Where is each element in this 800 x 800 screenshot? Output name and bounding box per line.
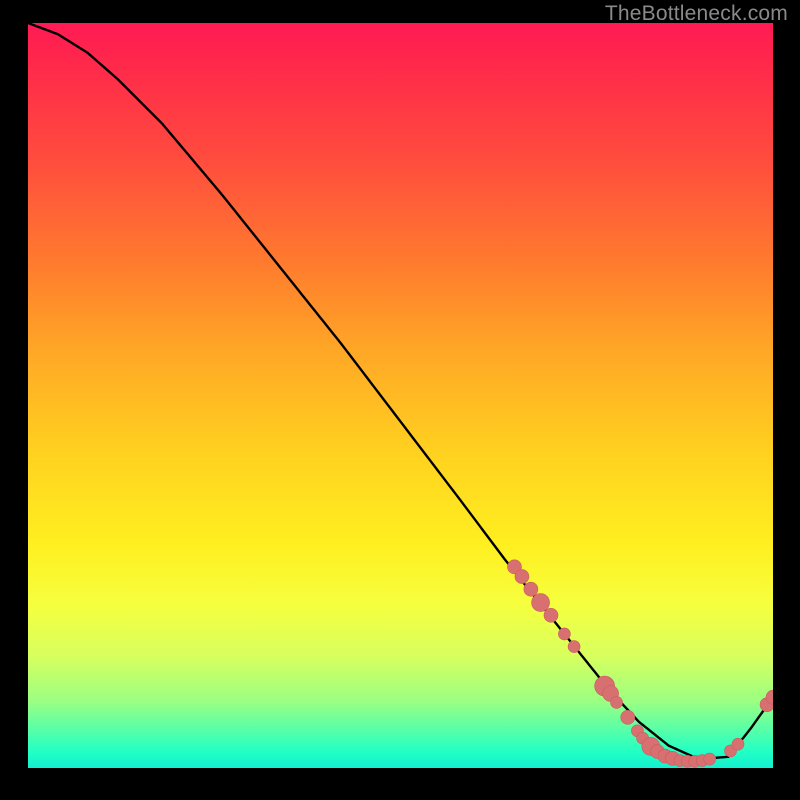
data-point xyxy=(524,582,538,596)
data-point xyxy=(544,608,558,622)
bottleneck-curve xyxy=(28,23,773,759)
data-point xyxy=(621,710,635,724)
data-point xyxy=(515,570,529,584)
data-point xyxy=(704,753,716,765)
data-point xyxy=(558,628,570,640)
data-point xyxy=(611,696,623,708)
chart-frame: TheBottleneck.com xyxy=(0,0,800,800)
chart-plot-area xyxy=(28,23,773,768)
watermark-text: TheBottleneck.com xyxy=(605,2,788,26)
data-point xyxy=(732,738,744,750)
data-point xyxy=(568,641,580,653)
data-point xyxy=(532,594,550,612)
chart-svg xyxy=(28,23,773,768)
